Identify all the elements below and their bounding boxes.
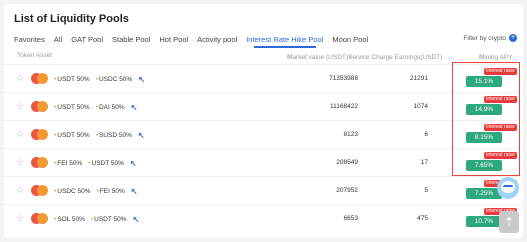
star-icon[interactable]: ☆ xyxy=(16,102,24,111)
sort-icon: ⇕ xyxy=(479,54,484,60)
star-icon[interactable]: ☆ xyxy=(16,130,24,139)
service-charge: 475 xyxy=(417,215,428,222)
table-row[interactable]: ☆ • USDT 50% • USDC 50% ↖ 71353988 21291 1… xyxy=(4,64,523,93)
star-icon[interactable]: ☆ xyxy=(16,214,24,223)
filter-label: Filter by crypto xyxy=(463,34,506,42)
sort-icon: ⇕ xyxy=(348,54,353,60)
page-title: List of Liquidity Pools xyxy=(14,13,129,25)
token-b-icon xyxy=(37,213,48,224)
star-icon[interactable]: ☆ xyxy=(16,158,24,167)
assistant-avatar-icon[interactable] xyxy=(497,177,519,199)
token-b-icon xyxy=(37,73,48,84)
token-pair: • USDT 50% • USDC 50% ↖ xyxy=(54,75,145,84)
market-value: 11168422 xyxy=(330,103,358,110)
header-token-asset: Token Asset xyxy=(17,52,53,59)
market-value: 207952 xyxy=(336,187,358,194)
token-pair: • USDC 50% • FEI 50% ↖ xyxy=(54,187,138,196)
table-row[interactable]: ☆ • FEI 50% • USDT 50% ↖ 208549 17 7.65% I… xyxy=(4,148,523,177)
highlight-box xyxy=(452,62,520,176)
table-row[interactable]: ☆ • USDC 50% • FEI 50% ↖ 207952 5 7.25% In… xyxy=(4,176,523,205)
tab-favorites[interactable]: Favorites xyxy=(14,35,45,44)
service-charge: 6 xyxy=(424,131,428,138)
plus-icon: + xyxy=(509,34,517,42)
market-value: 71353988 xyxy=(329,75,358,82)
token-b-icon xyxy=(37,101,48,112)
token-pair: • USDT 50% • DAI 50% ↖ xyxy=(54,103,138,112)
liquidity-pools-card: List of Liquidity Pools Favorites All GA… xyxy=(4,4,523,238)
market-value: 6653 xyxy=(343,215,358,222)
service-charge: 1074 xyxy=(413,103,428,110)
bolt-icon[interactable]: ↖ xyxy=(130,159,137,168)
bolt-icon[interactable]: ↖ xyxy=(133,215,140,224)
service-charge: 21291 xyxy=(409,75,428,82)
market-value: 8123 xyxy=(343,131,358,138)
table-row[interactable]: ☆ • SOL 50% • USDT 50% ↖ 6653 475 10.7% In… xyxy=(4,204,523,233)
tab-all[interactable]: All xyxy=(54,35,62,44)
tab-activity-pool[interactable]: Activity pool xyxy=(197,35,237,44)
market-value: 208549 xyxy=(336,159,358,166)
tab-hot-pool[interactable]: Hot Pool xyxy=(159,35,188,44)
pool-tabs: Favorites All GAT Pool Stable Pool Hot P… xyxy=(14,32,517,48)
service-charge: 5 xyxy=(424,187,428,194)
tab-stable-pool[interactable]: Stable Pool xyxy=(112,35,150,44)
bolt-icon[interactable]: ↖ xyxy=(138,131,145,140)
apy-value: 10.7% xyxy=(466,216,502,227)
bolt-icon[interactable]: ↖ xyxy=(131,103,138,112)
star-icon[interactable]: ☆ xyxy=(16,74,24,83)
tab-moon-pool[interactable]: Moon Pool xyxy=(332,35,368,44)
bolt-icon[interactable]: ↖ xyxy=(138,75,145,84)
star-icon[interactable]: ☆ xyxy=(16,186,24,195)
bolt-icon[interactable]: ↖ xyxy=(131,187,138,196)
tab-gat-pool[interactable]: GAT Pool xyxy=(71,35,103,44)
sort-icon: ⇕ xyxy=(287,54,292,60)
token-b-icon xyxy=(37,185,48,196)
table-header: Token Asset Market value (USDT) ⇕ Servic… xyxy=(17,52,513,61)
token-b-icon xyxy=(37,157,48,168)
filter-by-crypto-button[interactable]: Filter by crypto + xyxy=(463,34,517,42)
token-pair: • SOL 50% • USDT 50% ↖ xyxy=(54,215,140,224)
arrow-up-icon[interactable]: ⇡ xyxy=(499,211,519,233)
token-b-icon xyxy=(37,129,48,140)
table-row[interactable]: ☆ • USDT 50% • SUSD 50% ↖ 8123 6 8.15% Int… xyxy=(4,120,523,149)
token-pair: • USDT 50% • SUSD 50% ↖ xyxy=(54,131,145,140)
table-row[interactable]: ☆ • USDT 50% • DAI 50% ↖ 11168422 1074 14.… xyxy=(4,92,523,121)
tab-interest-rate-hike-pool[interactable]: Interest Rate Hike Pool xyxy=(246,35,323,48)
service-charge: 17 xyxy=(420,159,428,166)
token-pair: • FEI 50% • USDT 50% ↖ xyxy=(54,159,137,168)
